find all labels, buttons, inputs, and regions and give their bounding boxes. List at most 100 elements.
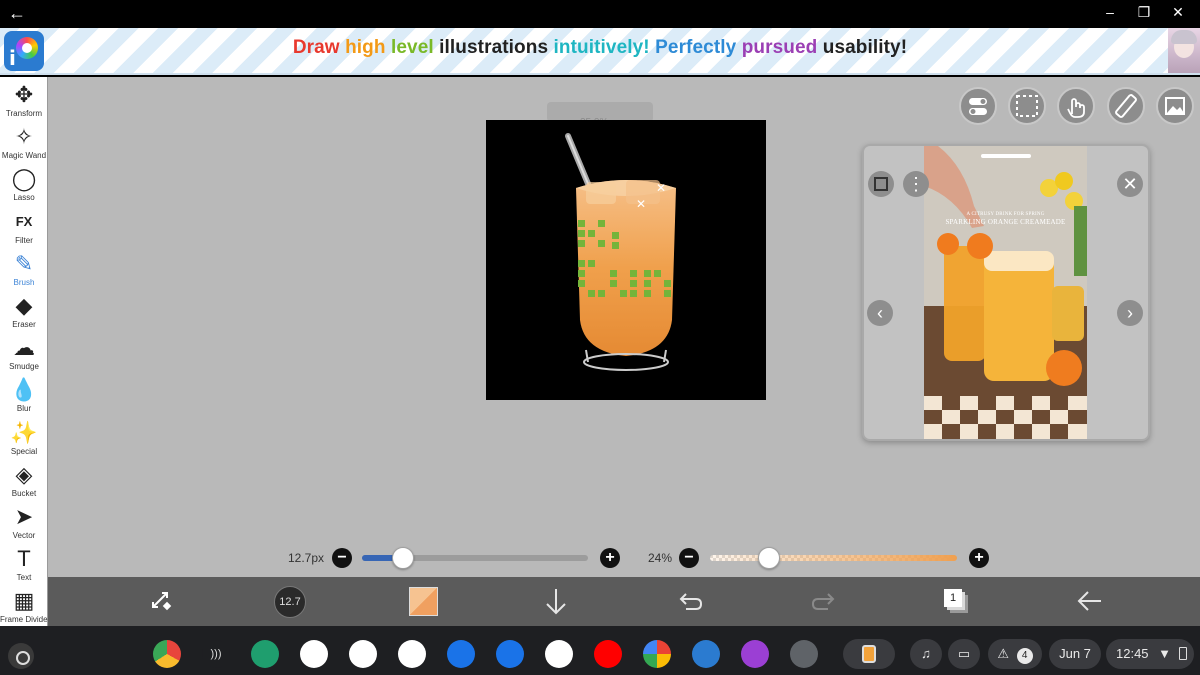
brush-size-preview-value: 12.7	[279, 596, 301, 608]
tool-bucket[interactable]: ◈ Bucket	[0, 461, 48, 503]
more-vertical-icon: ⋮	[907, 174, 925, 194]
tool-smudge[interactable]: ☁ Smudge	[0, 334, 48, 376]
redo-icon	[811, 593, 835, 610]
restore-icon[interactable]: ❐	[1136, 4, 1152, 21]
reference-image[interactable]: A CITRUSY DRINK FOR SPRING SPARKLING ORA…	[924, 146, 1087, 439]
minimize-icon[interactable]: –	[1102, 4, 1118, 21]
close-icon[interactable]: ✕	[1170, 4, 1186, 21]
tool-lasso[interactable]: ◯ Lasso	[0, 165, 48, 207]
cast-icon[interactable]: )))	[202, 640, 230, 668]
brush-size-decrease-button[interactable]: −	[332, 548, 352, 568]
launcher-button[interactable]	[8, 643, 34, 669]
reference-window-button[interactable]	[1156, 87, 1194, 125]
tool-eraser[interactable]: ◆ Eraser	[0, 292, 48, 334]
tool-brush[interactable]: ✎ Brush	[0, 250, 48, 292]
tool-label: Filter	[15, 235, 33, 245]
eraser-icon: ◆	[15, 293, 33, 318]
ruler-icon	[1115, 94, 1137, 118]
gesture-button[interactable]	[1057, 87, 1095, 125]
blur-icon: 💧	[10, 377, 38, 403]
tool-label: Magic Wand	[1, 151, 47, 161]
swap-tool-button[interactable]	[140, 577, 180, 626]
brush-size-label: 12.7px	[288, 551, 325, 565]
chevron-left-icon: ‹	[877, 303, 883, 323]
frame-divider-icon: ▦	[13, 588, 35, 614]
opacity-decrease-button[interactable]: −	[679, 548, 699, 568]
drawing-canvas[interactable]: ✕ ✕	[486, 120, 766, 400]
reference-photo	[924, 146, 1087, 439]
banner-character-image	[1168, 28, 1200, 73]
reference-fit-button[interactable]	[868, 171, 894, 197]
status-area-button[interactable]: 12:45 ▼	[1106, 639, 1194, 669]
special-icon: ✨	[10, 419, 38, 445]
svg-text:✕: ✕	[656, 181, 666, 195]
tool-sidebar: ✥ Transform ✧ Magic Wand ◯ Lasso FX Filter ✎ Brus…	[0, 77, 50, 629]
opacity-increase-button[interactable]: +	[969, 548, 989, 568]
ibispaint-icon[interactable]	[692, 640, 720, 668]
reference-next-button[interactable]: ›	[1117, 300, 1143, 326]
filter-icon: FX	[15, 213, 33, 229]
reference-caption-small: A CITRUSY DRINK FOR SPRING	[966, 212, 1045, 217]
notifications-button[interactable]: ⚠ 4	[988, 639, 1042, 669]
text-icon: T	[17, 546, 31, 572]
brush-size-increase-button[interactable]: +	[600, 548, 620, 568]
layers-button[interactable]: 1	[938, 577, 978, 626]
calendar-icon[interactable]	[398, 640, 426, 668]
reference-close-button[interactable]: ✕	[1117, 171, 1143, 197]
tool-blur[interactable]: 💧 Blur	[0, 376, 48, 418]
reference-prev-button[interactable]: ‹	[867, 300, 893, 326]
transform-icon: ✥	[14, 82, 34, 107]
magic-wand-icon: ✧	[14, 124, 34, 150]
color-button[interactable]	[404, 577, 444, 626]
photos-icon[interactable]	[643, 640, 671, 668]
reference-drag-handle[interactable]	[981, 154, 1031, 158]
tool-label: Special	[10, 446, 38, 456]
youtube-icon[interactable]	[594, 640, 622, 668]
chrome-icon[interactable]	[153, 640, 181, 668]
back-button[interactable]	[1070, 577, 1110, 626]
files-icon[interactable]	[447, 640, 475, 668]
banner-word: pursued	[741, 37, 818, 58]
brush-size-slider-thumb[interactable]	[391, 547, 414, 569]
tool-special[interactable]: ✨ Special	[0, 419, 48, 461]
banner-word: Perfectly	[655, 37, 737, 58]
gmail-icon[interactable]	[300, 640, 328, 668]
swap-icon	[152, 592, 172, 611]
toggle-settings-button[interactable]	[959, 87, 997, 125]
arrow-down-icon	[546, 589, 566, 615]
redo-button[interactable]	[804, 577, 844, 626]
screen: ← – ❐ ✕ i Draw high level illustrations …	[0, 0, 1200, 675]
tool-filter[interactable]: FX Filter	[0, 208, 48, 250]
tool-text[interactable]: T Text	[0, 545, 48, 587]
phone-hub-button[interactable]	[843, 639, 895, 669]
ruler-button[interactable]	[1107, 87, 1145, 125]
undo-button[interactable]	[670, 577, 710, 626]
selection-button[interactable]	[1008, 87, 1046, 125]
brush-size-preview-button[interactable]: 12.7	[270, 577, 310, 626]
date-button[interactable]: Jun 7	[1049, 639, 1101, 669]
game-icon[interactable]	[741, 640, 769, 668]
back-arrow-icon[interactable]: ←	[8, 3, 26, 23]
play-store-icon[interactable]	[349, 640, 377, 668]
tool-label: Brush	[13, 277, 35, 287]
meet-icon[interactable]	[545, 640, 573, 668]
banner-word: high	[345, 37, 386, 58]
banner-word: usability	[822, 37, 901, 58]
media-controls-button[interactable]: ♫	[910, 639, 942, 669]
tool-transform[interactable]: ✥ Transform	[0, 81, 48, 123]
banner-word: level	[390, 37, 434, 58]
tool-vector[interactable]: ➤ Vector	[0, 503, 48, 545]
ad-banner[interactable]: i Draw high level illustrations intuitiv…	[0, 28, 1200, 75]
undo-icon	[679, 593, 703, 610]
messages-icon[interactable]	[496, 640, 524, 668]
banner-word: illustrations	[439, 37, 549, 58]
phone-button[interactable]: ▭	[948, 639, 980, 669]
opacity-slider[interactable]	[710, 555, 957, 561]
reference-menu-button[interactable]: ⋮	[903, 171, 929, 197]
tool-frame-divider[interactable]: ▦ Frame Divider	[0, 587, 50, 629]
settings-icon[interactable]	[790, 640, 818, 668]
layer-merge-down-button[interactable]	[536, 577, 576, 626]
tool-label: Vector	[12, 531, 36, 540]
apps-icon[interactable]	[251, 640, 279, 668]
tool-magic-wand[interactable]: ✧ Magic Wand	[0, 123, 48, 165]
